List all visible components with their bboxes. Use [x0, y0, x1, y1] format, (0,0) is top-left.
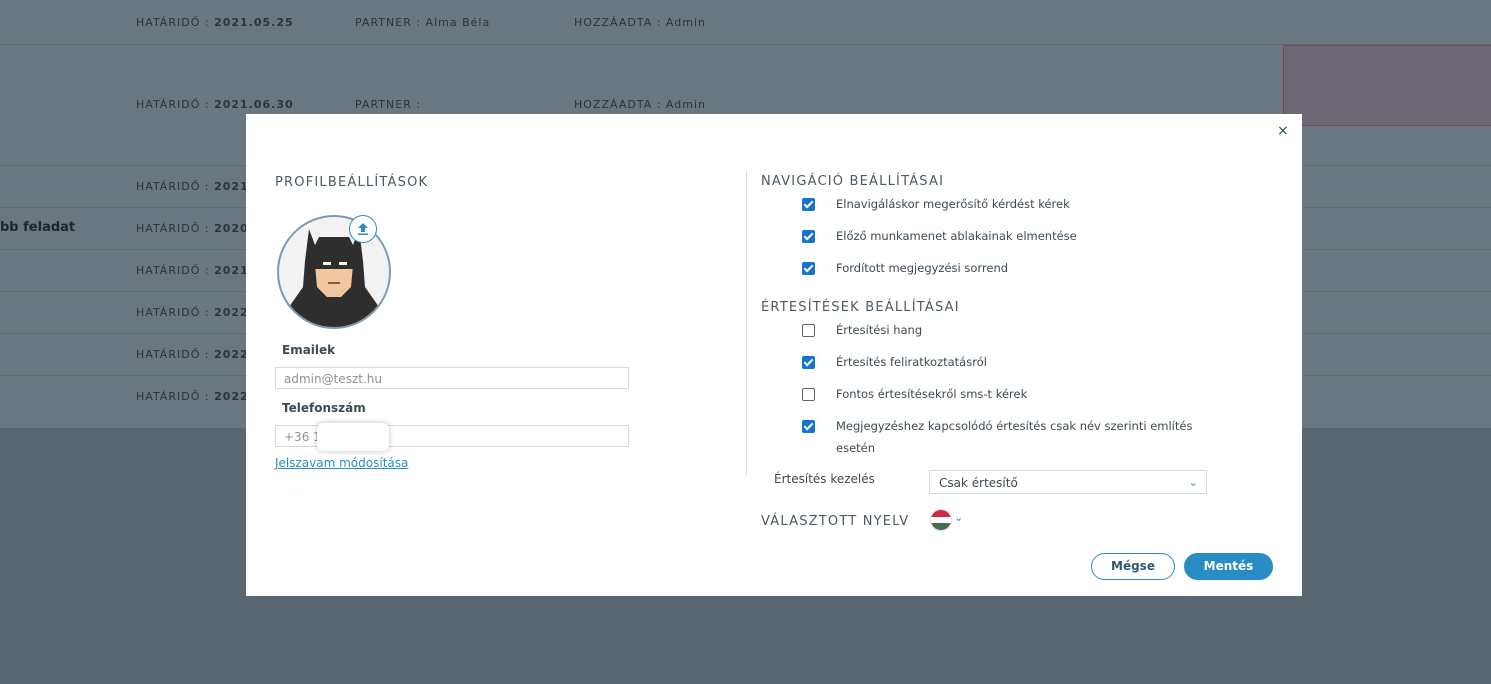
navigation-settings-title: NAVIGÁCIÓ BEÁLLÍTÁSAI	[761, 174, 945, 189]
checkbox[interactable]	[802, 262, 815, 275]
hungarian-flag-icon[interactable]	[931, 510, 951, 530]
save-button[interactable]: Mentés	[1184, 553, 1273, 580]
phone-label: Telefonszám	[282, 401, 366, 415]
notification-option[interactable]: Értesítési hang	[802, 323, 1216, 341]
chevron-down-icon[interactable]: ⌄	[954, 511, 963, 524]
task-title: bb feladat	[0, 220, 76, 235]
deadline-cell: HATÁRIDŐ : 2021.	[136, 264, 254, 277]
language-label: VÁLASZTOTT NYELV	[761, 514, 910, 529]
partner-cell: PARTNER :	[355, 98, 422, 111]
deadline-cell: HATÁRIDŐ : 2021.06.30	[136, 98, 294, 111]
change-password-link[interactable]: Jelszavam módosítása	[275, 456, 408, 470]
added-by-cell: HOZZÁADTA : Admin	[574, 16, 706, 29]
cancel-button[interactable]: Mégse	[1091, 553, 1175, 580]
background-panel	[1283, 45, 1491, 126]
notification-option[interactable]: Értesítés feliratkoztatásról	[802, 355, 1216, 373]
profile-settings-modal: × PROFILBEÁLLÍTÁSOK Emailek admin@teszt.…	[246, 114, 1302, 596]
added-by-cell: HOZZÁADTA : Admin	[574, 98, 706, 111]
notification-handling-select[interactable]: Csak értesítő ⌄	[929, 470, 1207, 494]
partner-cell: PARTNER : Alma Béla	[355, 16, 491, 29]
checkbox[interactable]	[802, 388, 815, 401]
deadline-cell: HATÁRIDŐ : 2020.	[136, 222, 254, 235]
checkbox[interactable]	[802, 420, 815, 433]
checkbox[interactable]	[802, 324, 815, 337]
deadline-cell: HATÁRIDŐ : 2022.	[136, 306, 254, 319]
deadline-cell: HATÁRIDŐ : 2022.	[136, 348, 254, 361]
notification-option[interactable]: Fontos értesítésekről sms-t kérek	[802, 387, 1216, 405]
email-field[interactable]: admin@teszt.hu	[275, 367, 629, 389]
nav-option[interactable]: Előző munkamenet ablakainak elmentése	[802, 229, 1216, 247]
chevron-down-icon: ⌄	[1188, 476, 1198, 489]
column-divider	[746, 171, 747, 476]
deadline-cell: HATÁRIDŐ : 2021.	[136, 180, 254, 193]
close-icon[interactable]: ×	[1277, 123, 1289, 139]
deadline-cell: HATÁRIDŐ : 2022.	[136, 390, 254, 403]
notification-settings-title: ÉRTESÍTÉSEK BEÁLLÍTÁSAI	[761, 300, 960, 315]
deadline-cell: HATÁRIDŐ : 2021.05.25	[136, 16, 294, 29]
email-label: Emailek	[282, 343, 336, 357]
nav-option[interactable]: Elnavigáláskor megerősítő kérdést kérek	[802, 197, 1216, 215]
notification-handling-label: Értesítés kezelés	[774, 472, 875, 486]
upload-icon	[358, 223, 368, 235]
table-row: HATÁRIDŐ : 2021.05.25 PARTNER : Alma Bél…	[0, 0, 1491, 45]
checkbox[interactable]	[802, 230, 815, 243]
nav-option[interactable]: Fordított megjegyzési sorrend	[802, 261, 1216, 279]
notification-option[interactable]: Megjegyzéshez kapcsolódó értesítés csak …	[802, 419, 1206, 459]
checkbox[interactable]	[802, 198, 815, 211]
profile-settings-title: PROFILBEÁLLÍTÁSOK	[275, 175, 429, 190]
checkbox[interactable]	[802, 356, 815, 369]
upload-avatar-button[interactable]	[349, 215, 377, 243]
redaction-overlay	[317, 423, 389, 451]
